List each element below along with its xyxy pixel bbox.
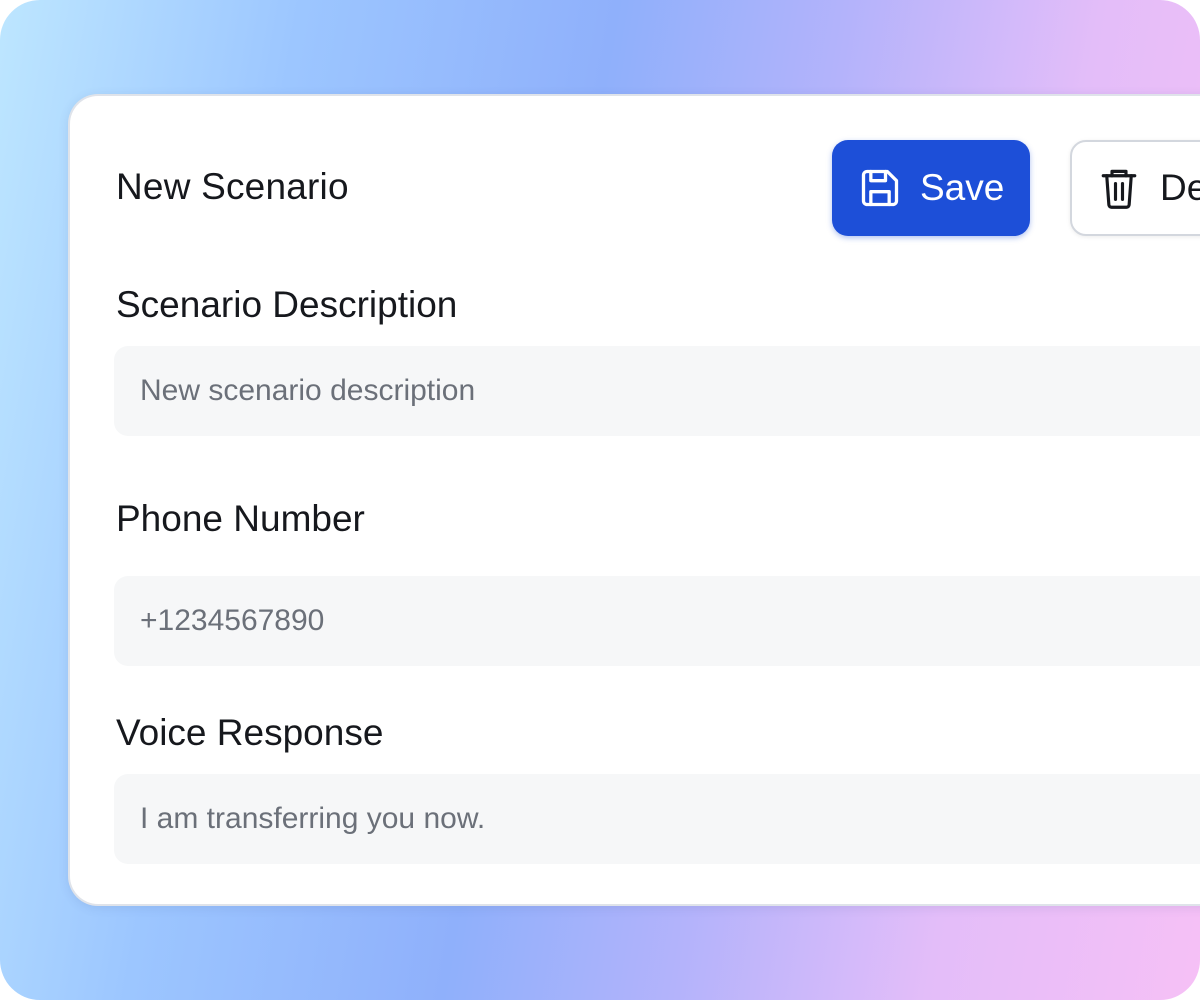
delete-button[interactable]: De — [1070, 140, 1200, 236]
scenario-description-input[interactable]: New scenario description — [114, 346, 1200, 436]
trash-icon — [1098, 165, 1140, 211]
save-button[interactable]: Save — [832, 140, 1030, 236]
voice-response-label: Voice Response — [116, 712, 384, 753]
gradient-backdrop: New Scenario Save D Scenario Description… — [0, 0, 1200, 1000]
delete-button-label: De — [1160, 167, 1200, 208]
save-button-label: Save — [920, 167, 1005, 208]
scenario-description-label: Scenario Description — [116, 284, 458, 325]
phone-number-input[interactable]: +1234567890 — [114, 576, 1200, 666]
save-icon — [858, 166, 902, 210]
scenario-form-card: New Scenario Save D Scenario Description… — [68, 94, 1200, 906]
page-title: New Scenario — [116, 166, 349, 207]
phone-number-label: Phone Number — [116, 498, 365, 539]
voice-response-input[interactable]: I am transferring you now. — [114, 774, 1200, 864]
